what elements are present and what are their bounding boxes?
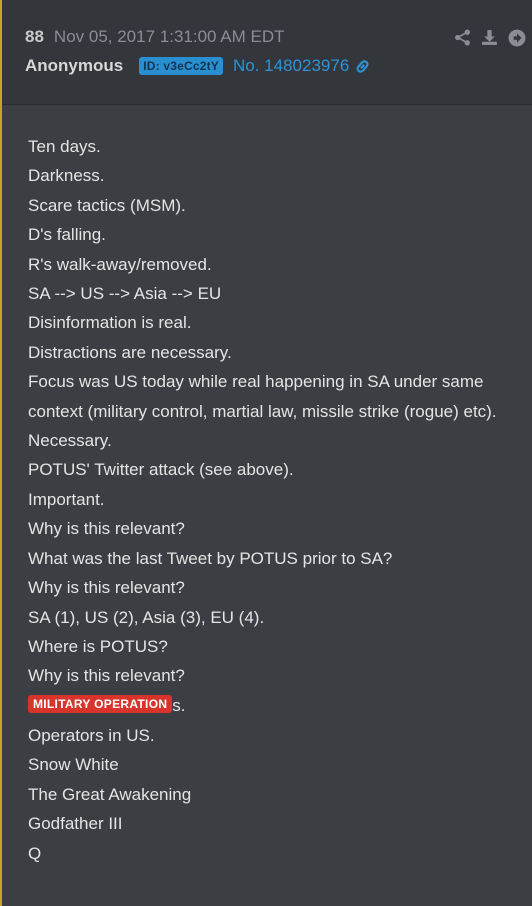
body-line: Where is POTUS? — [28, 636, 168, 656]
post-timestamp: Nov 05, 2017 1:31:00 AM EDT — [53, 27, 285, 46]
share-icon[interactable] — [453, 28, 472, 47]
post-number-link[interactable]: No. 148023976 — [233, 56, 371, 76]
download-icon[interactable] — [480, 28, 499, 47]
body-line: Darkness. — [28, 166, 105, 186]
post-header: 88 Nov 05, 2017 1:31:00 AM EDT Anonymous… — [2, 0, 532, 105]
body-line: Necessary. — [28, 431, 112, 451]
body-line: Focus was US today while real happening … — [28, 372, 497, 421]
body-line: Ten days. — [28, 137, 101, 156]
post-number-link-text: No. 148023976 — [233, 56, 350, 75]
body-line: Why is this relevant? — [28, 578, 185, 598]
link-icon — [354, 58, 371, 75]
redacted-suffix: s. — [172, 695, 186, 715]
poster-id-badge[interactable]: ID: v3eCc2tY — [139, 57, 223, 75]
body-line: The Great Awakening — [28, 784, 192, 804]
body-line: Scare tactics (MSM). — [28, 195, 186, 215]
body-line: SA --> US --> Asia --> EU — [28, 284, 222, 304]
body-line: D's falling. — [28, 225, 106, 245]
body-line: R's walk-away/removed. — [28, 254, 212, 274]
post-actions — [453, 28, 526, 47]
body-line: POTUS' Twitter attack (see above). — [28, 460, 294, 480]
body-line: Godfather III — [28, 814, 123, 834]
body-line: Snow White — [28, 755, 119, 775]
post-number: 88 — [25, 27, 44, 46]
body-line: Why is this relevant? — [28, 666, 185, 686]
post-card: 88 Nov 05, 2017 1:31:00 AM EDT Anonymous… — [0, 0, 532, 906]
body-line: Operators in US. — [28, 725, 155, 745]
post-author-row: Anonymous ID: v3eCc2tY No. 148023976 — [25, 56, 371, 76]
body-line: What was the last Tweet by POTUS prior t… — [28, 548, 393, 568]
body-line: Q — [28, 843, 42, 863]
redacted-badge: MILITARY OPERATION — [28, 694, 173, 713]
post-meta-row: 88 Nov 05, 2017 1:31:00 AM EDT — [25, 27, 285, 47]
body-line: Why is this relevant? — [28, 519, 185, 539]
post-body: Ten days. Darkness. Scare tactics (MSM).… — [2, 105, 532, 868]
arrow-right-circle-icon[interactable] — [507, 28, 526, 47]
body-line: Important. — [28, 489, 105, 509]
author-name: Anonymous — [25, 56, 124, 75]
body-line: Disinformation is real. — [28, 313, 192, 333]
body-line: Distractions are necessary. — [28, 342, 232, 362]
redacted-line: MILITARY OPERATION s. — [28, 691, 532, 721]
body-line: SA (1), US (2), Asia (3), EU (4). — [28, 607, 265, 627]
